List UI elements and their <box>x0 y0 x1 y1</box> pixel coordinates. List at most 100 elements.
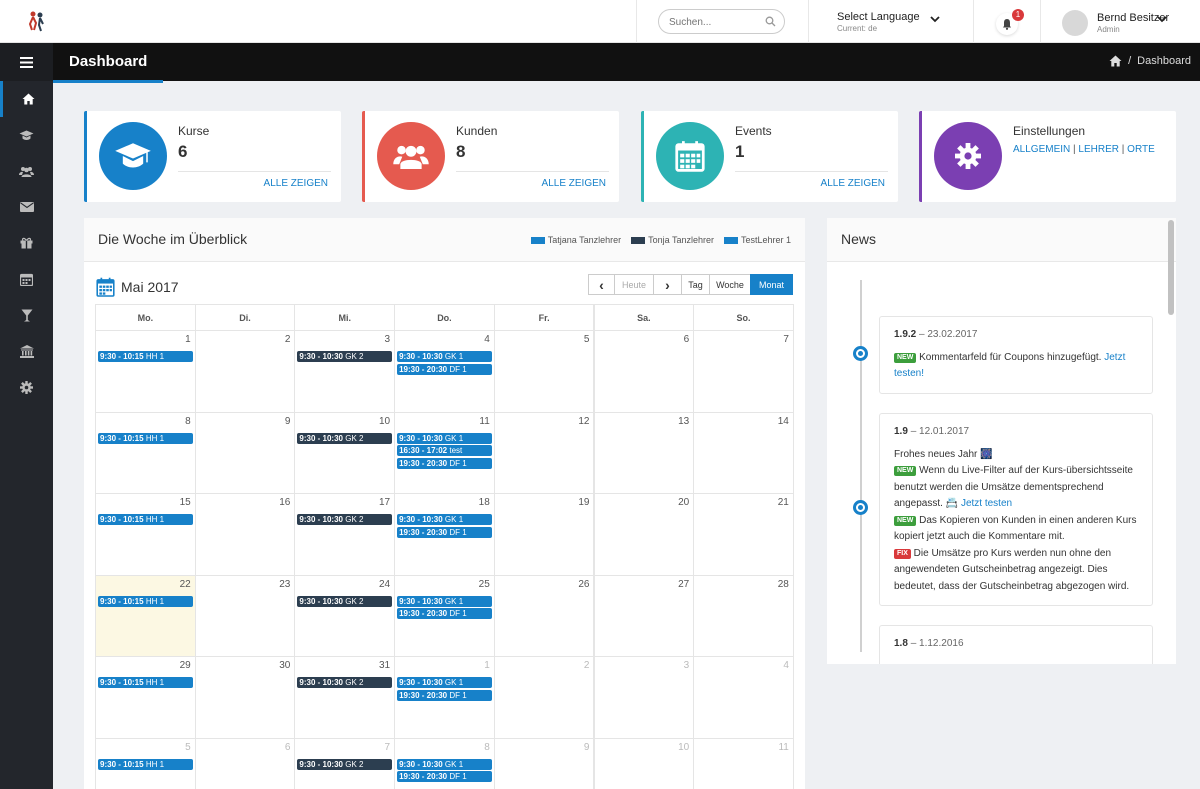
calendar-day-cell[interactable]: 18 9:30 - 10:30 GK 1 19:30 - 20:30 DF 1 <box>394 493 495 576</box>
avatar[interactable] <box>1062 10 1088 36</box>
calendar-event[interactable]: 9:30 - 10:30 GK 2 <box>297 432 393 444</box>
calendar-day-cell[interactable]: 31 9:30 - 10:30 GK 2 <box>294 656 396 739</box>
calendar-day-cell[interactable]: 7 <box>693 330 794 413</box>
calendar-day-cell[interactable]: 2 <box>493 656 595 739</box>
calendar-day-cell[interactable]: 9 <box>493 737 595 789</box>
calendar-day-cell[interactable]: 9 <box>194 411 296 494</box>
calendar-day-cell[interactable]: 3 <box>593 656 695 739</box>
calendar-day-cell[interactable]: 17 9:30 - 10:30 GK 2 <box>294 493 396 576</box>
calendar-event[interactable]: 9:30 - 10:30 GK 2 <box>297 758 393 770</box>
calendar-event[interactable]: 9:30 - 10:30 GK 1 <box>397 514 492 525</box>
calendar-event[interactable]: 19:30 - 20:30 DF 1 <box>397 363 492 375</box>
sidebar-item-home[interactable] <box>0 81 53 117</box>
sidebar-item-kurse[interactable] <box>0 117 53 153</box>
calendar-event[interactable]: 9:30 - 10:30 GK 1 <box>397 758 492 770</box>
chevron-down-icon[interactable] <box>1157 15 1167 23</box>
day-view-button[interactable]: Tag <box>681 274 710 295</box>
chevron-down-icon[interactable] <box>930 15 940 23</box>
settings-allgemein-link[interactable]: ALLGEMEIN <box>1013 144 1070 155</box>
calendar-day-cell[interactable]: 29 9:30 - 10:15 HH 1 <box>95 656 196 739</box>
calendar-day-cell[interactable]: 27 <box>593 574 695 657</box>
sidebar-item-kalender[interactable] <box>0 261 53 297</box>
calendar-day-cell[interactable]: 28 <box>693 574 794 657</box>
calendar-event[interactable]: 9:30 - 10:30 GK 1 <box>397 595 492 607</box>
calendar-event[interactable]: 9:30 - 10:15 HH 1 <box>98 758 193 770</box>
week-view-button[interactable]: Woche <box>709 274 751 295</box>
calendar-event[interactable]: 9:30 - 10:15 HH 1 <box>98 677 193 688</box>
sidebar-item-kunden[interactable] <box>0 153 53 189</box>
calendar-event[interactable]: 19:30 - 20:30 DF 1 <box>397 689 492 701</box>
calendar-day-cell[interactable]: 3 9:30 - 10:30 GK 2 <box>294 330 396 413</box>
calendar-day-cell[interactable]: 15 9:30 - 10:15 HH 1 <box>95 493 196 576</box>
calendar-day-cell[interactable]: 2 <box>194 330 296 413</box>
calendar-day-cell[interactable]: 26 <box>493 574 595 657</box>
settings-lehrer-link[interactable]: LEHRER <box>1078 144 1119 155</box>
menu-toggle-button[interactable] <box>0 43 53 81</box>
calendar-day-cell[interactable]: 13 <box>593 411 695 494</box>
sidebar-item-orte[interactable] <box>0 333 53 369</box>
today-button[interactable]: Heute <box>614 274 654 295</box>
calendar-event[interactable]: 9:30 - 10:30 GK 2 <box>297 595 393 607</box>
calendar-day-cell[interactable]: 16 <box>194 493 296 576</box>
app-logo[interactable] <box>22 8 50 36</box>
search-icon[interactable] <box>765 16 776 27</box>
calendar-day-cell[interactable]: 12 <box>493 411 595 494</box>
search-input[interactable] <box>669 14 759 30</box>
calendar-event[interactable]: 9:30 - 10:30 GK 1 <box>397 351 492 362</box>
calendar-day-cell[interactable]: 8 9:30 - 10:30 GK 1 19:30 - 20:30 DF 1 <box>394 737 495 789</box>
calendar-day-cell[interactable]: 7 9:30 - 10:30 GK 2 <box>294 737 396 789</box>
calendar-event[interactable]: 9:30 - 10:30 GK 2 <box>297 351 393 362</box>
calendar-event[interactable]: 9:30 - 10:15 HH 1 <box>98 595 193 607</box>
calendar-event[interactable]: 9:30 - 10:15 HH 1 <box>98 514 193 525</box>
calendar-day-cell[interactable]: 11 <box>693 737 794 789</box>
calendar-day-cell[interactable]: 24 9:30 - 10:30 GK 2 <box>294 574 396 657</box>
calendar-event[interactable]: 19:30 - 20:30 DF 1 <box>397 771 492 782</box>
calendar-day-cell[interactable]: 8 9:30 - 10:15 HH 1 <box>95 411 196 494</box>
card-kunden-show-all-link[interactable]: ALLE ZEIGEN <box>542 178 606 189</box>
calendar-day-cell[interactable]: 30 <box>194 656 296 739</box>
calendar-event[interactable]: 9:30 - 10:30 GK 2 <box>297 677 393 688</box>
news-scrollbar[interactable] <box>1168 220 1174 315</box>
calendar-day-cell[interactable]: 4 <box>693 656 794 739</box>
calendar-event[interactable]: 9:30 - 10:30 GK 1 <box>397 677 492 688</box>
calendar-event[interactable]: 19:30 - 20:30 DF 1 <box>397 526 492 538</box>
calendar-day-cell[interactable]: 4 9:30 - 10:30 GK 1 19:30 - 20:30 DF 1 <box>394 330 495 413</box>
calendar-day-cell[interactable]: 23 <box>194 574 296 657</box>
calendar-day-cell[interactable]: 6 <box>593 330 695 413</box>
calendar-event[interactable]: 9:30 - 10:30 GK 2 <box>297 514 393 525</box>
calendar-day-cell[interactable]: 21 <box>693 493 794 576</box>
calendar-day-cell[interactable]: 11 9:30 - 10:30 GK 1 16:30 - 17:02 test 19:… <box>394 411 495 494</box>
card-events-show-all-link[interactable]: ALLE ZEIGEN <box>821 178 885 189</box>
next-button[interactable]: › <box>653 274 682 295</box>
settings-orte-link[interactable]: ORTE <box>1127 144 1155 155</box>
search-box[interactable] <box>658 9 785 34</box>
sidebar-item-nachrichten[interactable] <box>0 189 53 225</box>
calendar-day-cell[interactable]: 1 9:30 - 10:30 GK 1 19:30 - 20:30 DF 1 <box>394 656 495 739</box>
calendar-event[interactable]: 9:30 - 10:15 HH 1 <box>98 351 193 362</box>
calendar-day-cell[interactable]: 14 <box>693 411 794 494</box>
calendar-day-cell[interactable]: 19 <box>493 493 595 576</box>
card-kurse-show-all-link[interactable]: ALLE ZEIGEN <box>264 178 328 189</box>
calendar-event[interactable]: 9:30 - 10:30 GK 1 <box>397 432 492 444</box>
home-icon[interactable] <box>1109 55 1122 67</box>
sidebar-item-einstellungen[interactable] <box>0 369 53 405</box>
calendar-day-cell[interactable]: 10 <box>593 737 695 789</box>
calendar-day-cell[interactable]: 1 9:30 - 10:15 HH 1 <box>95 330 196 413</box>
calendar-day-cell[interactable]: 20 <box>593 493 695 576</box>
calendar-event[interactable]: 9:30 - 10:15 HH 1 <box>98 432 193 444</box>
calendar-day-cell[interactable]: 5 <box>493 330 595 413</box>
calendar-event[interactable]: 16:30 - 17:02 test <box>397 445 492 456</box>
language-selector[interactable]: Select Language Current: de <box>837 11 920 33</box>
calendar-day-cell[interactable]: 22 9:30 - 10:15 HH 1 <box>95 574 196 657</box>
calendar-day-cell[interactable]: 5 9:30 - 10:15 HH 1 <box>95 737 196 789</box>
sidebar-item-gutscheine[interactable] <box>0 225 53 261</box>
calendar-event[interactable]: 19:30 - 20:30 DF 1 <box>397 457 492 469</box>
prev-button[interactable]: ‹ <box>588 274 615 295</box>
calendar-event[interactable]: 19:30 - 20:30 DF 1 <box>397 608 492 619</box>
sidebar-item-events[interactable] <box>0 297 53 333</box>
try-now-link[interactable]: Jetzt testen <box>961 498 1012 509</box>
month-view-button[interactable]: Monat <box>750 274 793 295</box>
calendar-day-cell[interactable]: 25 9:30 - 10:30 GK 1 19:30 - 20:30 DF 1 <box>394 574 495 657</box>
calendar-day-cell[interactable]: 10 9:30 - 10:30 GK 2 <box>294 411 396 494</box>
calendar-day-cell[interactable]: 6 <box>194 737 296 789</box>
